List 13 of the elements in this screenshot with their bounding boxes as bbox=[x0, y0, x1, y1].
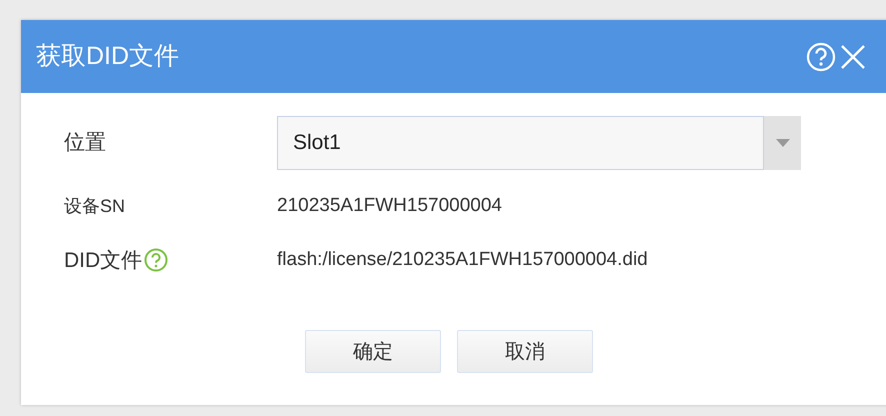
caret-icon bbox=[776, 139, 790, 147]
field-value: flash:/license/210235A1FWH157000004.did bbox=[277, 248, 648, 272]
dialog-title: 获取DID文件 bbox=[36, 40, 180, 72]
ok-button[interactable]: 确定 bbox=[305, 330, 441, 373]
help-icon[interactable] bbox=[144, 248, 168, 272]
field-label: 设备SN bbox=[64, 194, 126, 218]
field-label: 位置 bbox=[64, 130, 106, 156]
field-value: 210235A1FWH157000004 bbox=[277, 194, 502, 218]
field-label: DID文件 bbox=[64, 248, 142, 274]
cancel-button[interactable]: 取消 bbox=[457, 330, 593, 373]
dropdown-button[interactable] bbox=[764, 116, 801, 170]
close-icon[interactable] bbox=[840, 44, 866, 70]
slot-select[interactable]: Slot1 bbox=[277, 116, 764, 170]
